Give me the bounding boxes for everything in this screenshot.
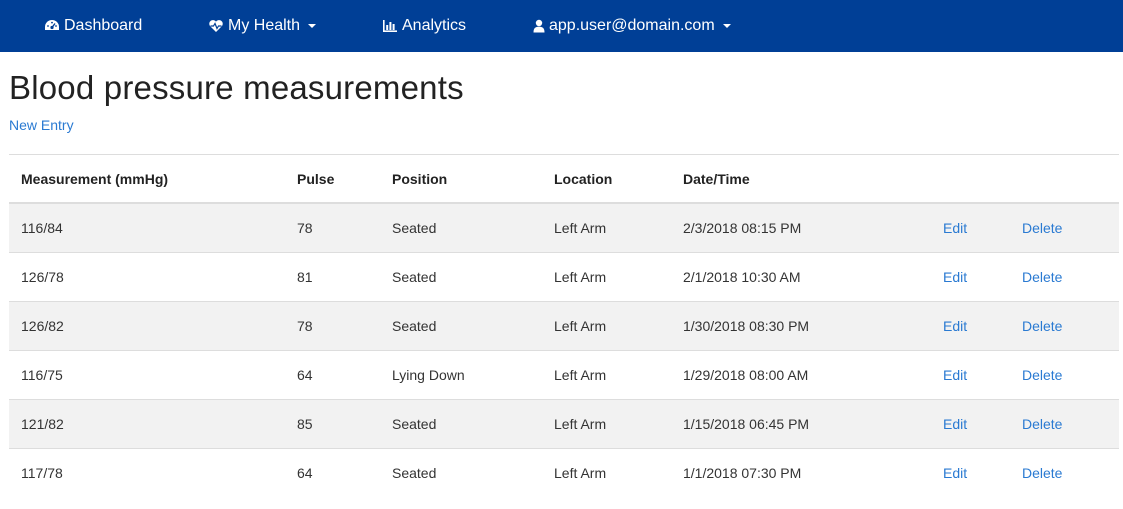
nav-dashboard-label: Dashboard bbox=[64, 17, 143, 34]
delete-cell: Delete bbox=[1010, 448, 1119, 497]
edit-cell: Edit bbox=[931, 202, 1010, 253]
edit-link[interactable]: Edit bbox=[943, 367, 967, 383]
top-navbar: Dashboard My Health Analytics app.user@d… bbox=[0, 0, 1123, 52]
user-icon bbox=[533, 19, 545, 33]
cell-position: Seated bbox=[380, 448, 542, 497]
delete-link[interactable]: Delete bbox=[1022, 367, 1062, 383]
edit-link[interactable]: Edit bbox=[943, 220, 967, 236]
cell-pulse: 78 bbox=[285, 202, 380, 253]
header-measurement: Measurement (mmHg) bbox=[9, 154, 285, 204]
cell-pulse: 81 bbox=[285, 252, 380, 302]
delete-link[interactable]: Delete bbox=[1022, 318, 1062, 334]
main-content: Blood pressure measurements New Entry Me… bbox=[0, 52, 1123, 497]
edit-link[interactable]: Edit bbox=[943, 416, 967, 432]
cell-datetime: 2/1/2018 10:30 AM bbox=[671, 252, 931, 302]
cell-position: Seated bbox=[380, 202, 542, 253]
cell-pulse: 64 bbox=[285, 448, 380, 497]
delete-cell: Delete bbox=[1010, 301, 1119, 351]
edit-link[interactable]: Edit bbox=[943, 465, 967, 481]
cell-measurement: 116/75 bbox=[9, 350, 285, 400]
dashboard-icon bbox=[45, 20, 59, 30]
cell-position: Lying Down bbox=[380, 350, 542, 400]
chevron-down-icon bbox=[722, 24, 731, 28]
cell-location: Left Arm bbox=[542, 399, 671, 449]
cell-measurement: 126/82 bbox=[9, 301, 285, 351]
header-pulse: Pulse bbox=[285, 154, 380, 204]
delete-link[interactable]: Delete bbox=[1022, 416, 1062, 432]
delete-link[interactable]: Delete bbox=[1022, 465, 1062, 481]
page-title: Blood pressure measurements bbox=[9, 69, 464, 106]
cell-datetime: 1/1/2018 07:30 PM bbox=[671, 448, 931, 497]
cell-position: Seated bbox=[380, 252, 542, 302]
cell-datetime: 1/15/2018 06:45 PM bbox=[671, 399, 931, 449]
delete-link[interactable]: Delete bbox=[1022, 269, 1062, 285]
cell-datetime: 1/30/2018 08:30 PM bbox=[671, 301, 931, 351]
nav-analytics[interactable]: Analytics bbox=[382, 0, 466, 52]
cell-datetime: 2/3/2018 08:15 PM bbox=[671, 202, 931, 253]
edit-cell: Edit bbox=[931, 301, 1010, 351]
edit-cell: Edit bbox=[931, 448, 1010, 497]
cell-position: Seated bbox=[380, 399, 542, 449]
delete-cell: Delete bbox=[1010, 202, 1119, 253]
nav-user-email: app.user@domain.com bbox=[549, 17, 715, 34]
bar-chart-icon bbox=[383, 20, 397, 32]
nav-user-menu[interactable]: app.user@domain.com bbox=[533, 0, 731, 52]
delete-link[interactable]: Delete bbox=[1022, 220, 1062, 236]
table-row: 117/78 64 Seated Left Arm 1/1/2018 07:30… bbox=[9, 448, 1119, 497]
cell-location: Left Arm bbox=[542, 350, 671, 400]
edit-cell: Edit bbox=[931, 399, 1010, 449]
header-delete bbox=[1010, 154, 1119, 204]
nav-analytics-label: Analytics bbox=[402, 17, 467, 34]
nav-my-health[interactable]: My Health bbox=[208, 0, 317, 52]
cell-location: Left Arm bbox=[542, 202, 671, 253]
table-row: 126/78 81 Seated Left Arm 2/1/2018 10:30… bbox=[9, 252, 1119, 302]
cell-pulse: 78 bbox=[285, 301, 380, 351]
cell-location: Left Arm bbox=[542, 448, 671, 497]
cell-measurement: 121/82 bbox=[9, 399, 285, 449]
nav-my-health-label: My Health bbox=[228, 17, 301, 34]
cell-location: Left Arm bbox=[542, 301, 671, 351]
header-datetime: Date/Time bbox=[671, 154, 931, 204]
edit-link[interactable]: Edit bbox=[943, 269, 967, 285]
new-entry-link[interactable]: New Entry bbox=[9, 117, 74, 133]
table-row: 126/82 78 Seated Left Arm 1/30/2018 08:3… bbox=[9, 301, 1119, 351]
cell-measurement: 116/84 bbox=[9, 202, 285, 253]
cell-datetime: 1/29/2018 08:00 AM bbox=[671, 350, 931, 400]
edit-cell: Edit bbox=[931, 252, 1010, 302]
heartbeat-icon bbox=[209, 20, 223, 32]
edit-link[interactable]: Edit bbox=[943, 318, 967, 334]
edit-cell: Edit bbox=[931, 350, 1010, 400]
delete-cell: Delete bbox=[1010, 252, 1119, 302]
cell-pulse: 85 bbox=[285, 399, 380, 449]
chevron-down-icon bbox=[308, 24, 317, 28]
cell-location: Left Arm bbox=[542, 252, 671, 302]
cell-measurement: 126/78 bbox=[9, 252, 285, 302]
cell-measurement: 117/78 bbox=[9, 448, 285, 497]
delete-cell: Delete bbox=[1010, 399, 1119, 449]
measurements-table: Measurement (mmHg) Pulse Position Locati… bbox=[9, 154, 1119, 497]
header-location: Location bbox=[542, 154, 671, 204]
header-edit bbox=[931, 154, 1010, 204]
table-header-row: Measurement (mmHg) Pulse Position Locati… bbox=[9, 154, 1119, 204]
cell-pulse: 64 bbox=[285, 350, 380, 400]
table-row: 116/75 64 Lying Down Left Arm 1/29/2018 … bbox=[9, 350, 1119, 400]
nav-dashboard[interactable]: Dashboard bbox=[44, 0, 142, 52]
table-row: 116/84 78 Seated Left Arm 2/3/2018 08:15… bbox=[9, 202, 1119, 253]
cell-position: Seated bbox=[380, 301, 542, 351]
header-position: Position bbox=[380, 154, 542, 204]
delete-cell: Delete bbox=[1010, 350, 1119, 400]
table-row: 121/82 85 Seated Left Arm 1/15/2018 06:4… bbox=[9, 399, 1119, 449]
